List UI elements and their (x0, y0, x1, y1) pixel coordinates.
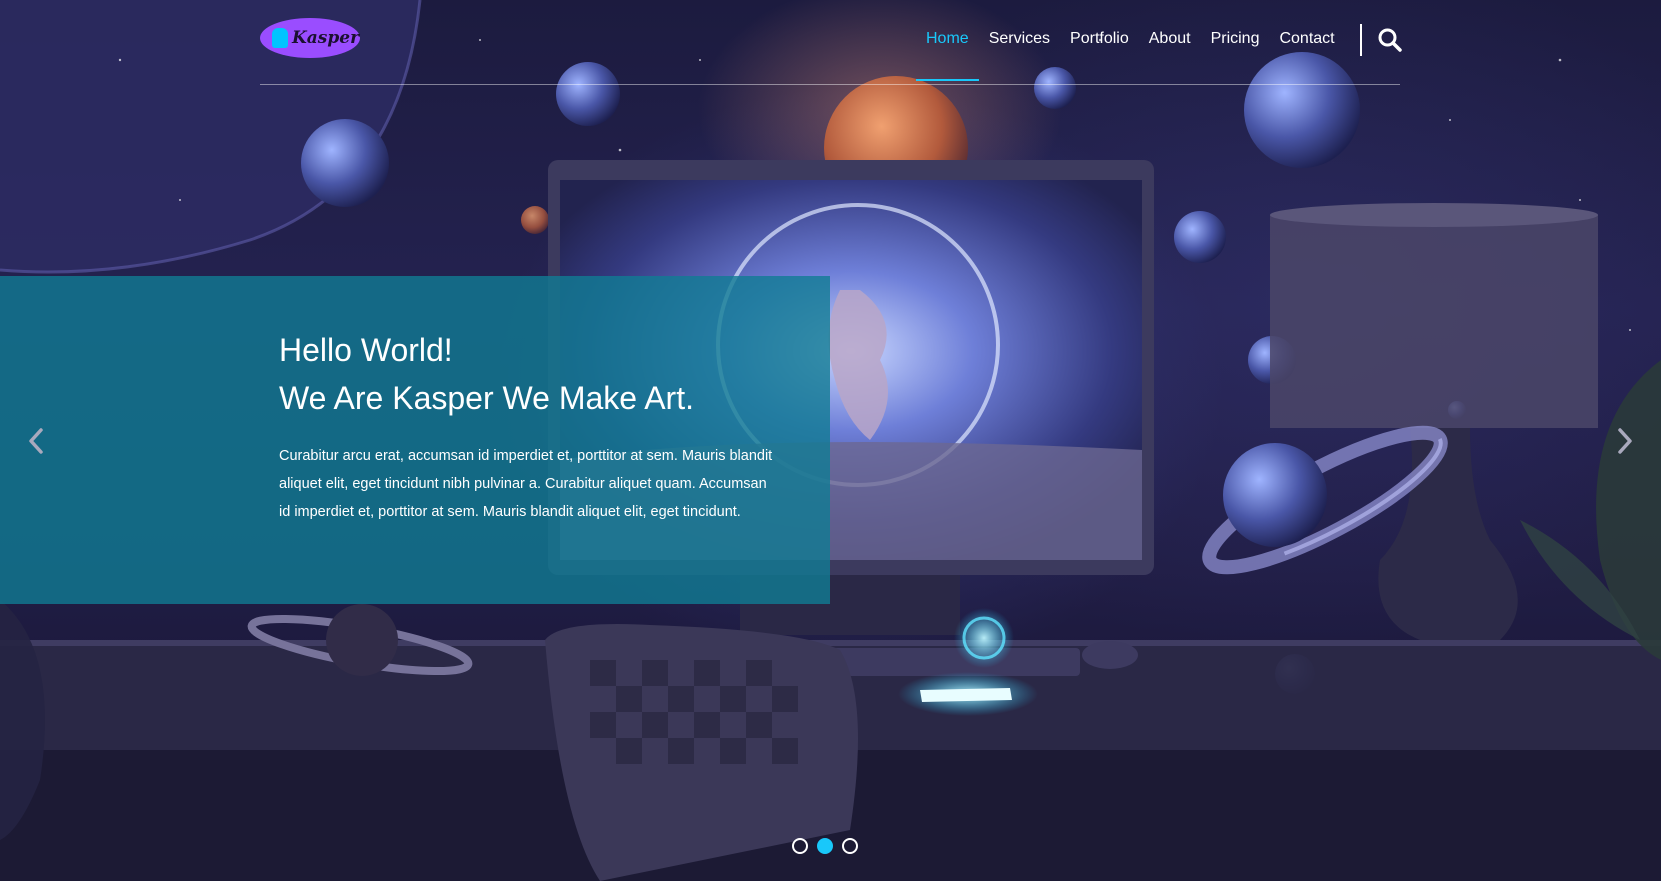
carousel-next-button[interactable] (1612, 426, 1636, 456)
carousel-prev-button[interactable] (25, 426, 49, 456)
nav-link-portfolio[interactable]: Portfolio (1060, 27, 1139, 81)
nav-divider (1360, 24, 1362, 56)
hero-title-line-2: We Are Kasper We Make Art. (279, 380, 694, 416)
hero-description: Curabitur arcu erat, accumsan id imperdi… (279, 448, 773, 520)
chevron-right-icon (1618, 428, 1632, 454)
hero-section: Kasper Home Services Portfolio About Pri… (0, 0, 1661, 881)
kasper-logo[interactable]: Kasper (260, 18, 360, 58)
nav-link-home[interactable]: Home (916, 27, 979, 81)
main-nav: Home Services Portfolio About Pricing Co… (916, 27, 1345, 81)
carousel-dot-1[interactable] (792, 838, 808, 854)
search-icon (1378, 28, 1402, 52)
nav-link-contact[interactable]: Contact (1269, 27, 1344, 81)
nav-link-about[interactable]: About (1139, 27, 1201, 81)
hero-title-line-1: Hello World! (279, 332, 453, 368)
nav-link-services[interactable]: Services (979, 27, 1060, 81)
chevron-left-icon (29, 428, 43, 454)
search-button[interactable] (1377, 27, 1403, 53)
carousel-dot-2[interactable] (817, 838, 833, 854)
hero-title: Hello World! We Are Kasper We Make Art. (279, 326, 694, 422)
nav-link-pricing[interactable]: Pricing (1201, 27, 1270, 81)
logo-text: Kasper (292, 28, 360, 48)
header-divider-line (260, 84, 1400, 85)
carousel-indicators (792, 838, 867, 854)
logo-mark-icon (272, 28, 288, 48)
carousel-dot-3[interactable] (842, 838, 858, 854)
